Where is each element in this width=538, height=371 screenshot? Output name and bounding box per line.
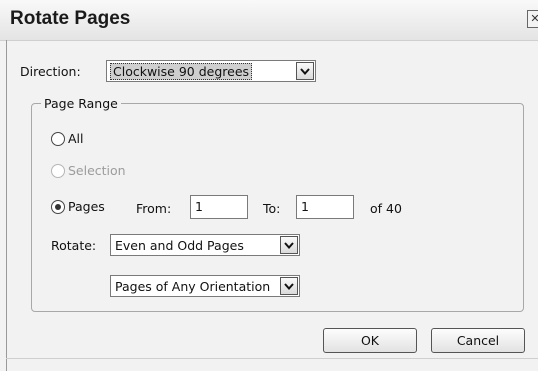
direction-select-value: Clockwise 90 degrees — [110, 63, 253, 80]
direction-select[interactable]: Clockwise 90 degrees — [106, 60, 316, 82]
chevron-down-icon[interactable] — [280, 277, 298, 295]
to-label: To: — [263, 201, 281, 216]
orientation-select[interactable]: Pages of Any Orientation — [110, 275, 300, 297]
radio-all-label[interactable]: All — [68, 131, 84, 146]
page-range-legend: Page Range — [41, 96, 121, 111]
radio-all[interactable] — [51, 132, 65, 146]
page-count: of 40 — [370, 201, 402, 216]
chevron-down-icon[interactable] — [296, 62, 314, 80]
to-input[interactable]: 1 — [296, 195, 354, 219]
orientation-select-value: Pages of Any Orientation — [115, 279, 271, 294]
from-label: From: — [136, 201, 172, 216]
radio-selection-label: Selection — [68, 163, 126, 178]
title-bar: Rotate Pages ✕ — [0, 0, 538, 41]
radio-pages[interactable] — [51, 200, 65, 214]
direction-label: Direction: — [20, 64, 81, 79]
radio-pages-label[interactable]: Pages — [68, 199, 105, 214]
rotate-select[interactable]: Even and Odd Pages — [110, 234, 300, 256]
rotate-select-value: Even and Odd Pages — [115, 238, 244, 253]
close-icon[interactable]: ✕ — [527, 10, 538, 28]
chevron-down-icon[interactable] — [280, 236, 298, 254]
dialog-title: Rotate Pages — [10, 8, 131, 29]
ok-button[interactable]: OK — [323, 328, 417, 353]
rotate-label: Rotate: — [51, 238, 97, 253]
window-border — [6, 40, 7, 371]
cancel-button[interactable]: Cancel — [431, 328, 525, 353]
radio-selection — [51, 164, 65, 178]
divider — [6, 358, 538, 359]
radio-selected-dot — [55, 204, 61, 210]
from-input[interactable]: 1 — [190, 195, 248, 219]
